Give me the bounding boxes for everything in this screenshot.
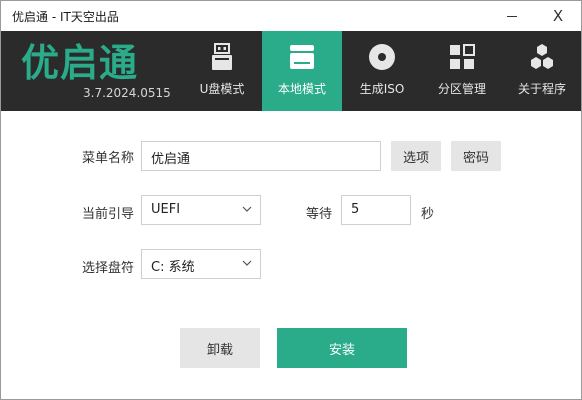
close-button[interactable]: X [535,1,581,31]
title-bar[interactable]: 优启通 - IT天空出品 X [1,1,581,31]
partition-grid-icon [448,43,476,71]
tab-create-iso-label: 生成ISO [359,82,405,96]
tab-about[interactable]: 关于程序 [502,31,581,111]
tab-usb-mode-label: U盘模式 [199,82,245,96]
tab-partition-manager[interactable]: 分区管理 [422,31,502,111]
wait-seconds-value: 5 [351,202,360,217]
boot-mode-label: 当前引导 [82,207,135,222]
close-icon: X [552,7,564,25]
disk-letter-value: C: 系统 [151,260,195,275]
disk-letter-select[interactable]: C: 系统 [141,249,261,279]
wait-label: 等待 [306,207,333,222]
menu-name-label: 菜单名称 [82,151,135,166]
window-title: 优启通 - IT天空出品 [12,10,119,24]
minimize-button[interactable] [489,1,535,31]
disc-icon [368,43,396,71]
tab-partition-manager-label: 分区管理 [437,82,486,96]
menu-name-input[interactable]: 优启通 [141,141,381,171]
tab-about-label: 关于程序 [517,82,566,96]
seconds-unit-label: 秒 [421,207,435,222]
install-button[interactable]: 安装 [277,328,407,368]
hexagons-icon [528,43,556,71]
tab-create-iso[interactable]: 生成ISO [342,31,422,111]
boot-mode-select[interactable]: UEFI [141,195,261,225]
hard-disk-icon [288,43,316,71]
password-button[interactable]: 密码 [451,141,501,171]
options-button[interactable]: 选项 [391,141,441,171]
chevron-down-icon [242,260,252,266]
chevron-down-icon [242,206,252,212]
version-label: 3.7.2024.0515 [83,86,171,100]
app-window: 优启通 - IT天空出品 X 优启通 3.7.2024.0515 U盘模式 本地… [0,0,582,400]
disk-letter-label: 选择盘符 [82,261,135,276]
wait-seconds-input[interactable]: 5 [341,195,411,225]
app-logo: 优启通 [21,41,139,85]
tab-usb-mode[interactable]: U盘模式 [182,31,262,111]
local-mode-panel: 菜单名称 优启通 选项 密码 当前引导 UEFI 等待 5 秒 选择盘符 C: … [1,111,581,399]
menu-name-value: 优启通 [151,152,191,167]
minimize-icon [507,15,517,17]
header-bar: 优启通 3.7.2024.0515 U盘模式 本地模式 生成ISO 分区管理 关… [1,31,581,111]
tab-local-mode-label: 本地模式 [277,82,326,96]
uninstall-button[interactable]: 卸载 [180,328,260,368]
usb-drive-icon [208,43,236,71]
boot-mode-value: UEFI [151,202,181,217]
tab-local-mode[interactable]: 本地模式 [262,31,342,111]
